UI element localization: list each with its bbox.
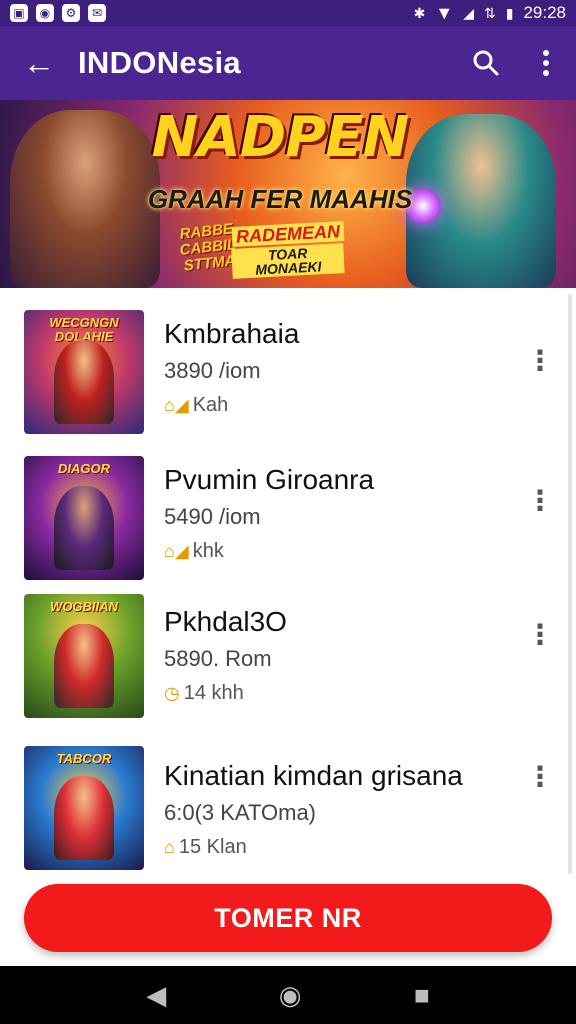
search-icon bbox=[473, 50, 499, 76]
thumbnail-title: DIAGOR bbox=[58, 461, 110, 476]
item-overflow-button[interactable]: ⋮ bbox=[522, 614, 558, 654]
game-meta: ⌂ 15 Klan bbox=[164, 836, 247, 859]
list-item[interactable]: WOGBIIAN Pkhdal3O 5890. Rom ◷ 14 khh ⋮ bbox=[0, 594, 576, 734]
more-vert-icon: ⋮ bbox=[526, 484, 554, 516]
game-thumbnail: DIAGOR bbox=[24, 456, 144, 580]
character-image bbox=[54, 486, 114, 570]
nav-recents-icon[interactable]: ■ bbox=[414, 980, 430, 1011]
signal-icon: ◢ bbox=[463, 4, 474, 21]
clock-icon: ◷ bbox=[164, 683, 180, 703]
banner-subtitle: GRAAH FER MAAHIS bbox=[147, 184, 413, 214]
game-subtitle: 3890 /iom bbox=[164, 358, 261, 383]
app-notification-icon: ◉ bbox=[36, 4, 54, 22]
arrow-back-icon: ← bbox=[23, 44, 55, 81]
home-fire-icon: ⌂◢ bbox=[164, 395, 189, 415]
nav-back-icon[interactable]: ◀ bbox=[146, 980, 166, 1011]
system-nav-bar: ◀ ◉ ■ bbox=[0, 966, 576, 1024]
home-icon: ⌂ bbox=[164, 837, 175, 857]
home-fire-icon: ⌂◢ bbox=[164, 541, 189, 561]
search-button[interactable] bbox=[456, 26, 516, 100]
game-name: Kinatian kimdan grisana bbox=[164, 760, 463, 791]
primary-action-button[interactable]: TOMER NR bbox=[24, 884, 552, 952]
more-vert-icon: ⋮ bbox=[526, 760, 554, 792]
battery-icon: ▮ bbox=[505, 4, 514, 21]
game-subtitle: 5890. Rom bbox=[164, 646, 272, 671]
banner-badge-left: RABBE CABBIL STTMA bbox=[178, 220, 238, 275]
app-bar: ← INDONesia bbox=[0, 26, 576, 100]
game-meta: ⌂◢ Kah bbox=[164, 394, 228, 417]
game-subtitle: 5490 /iom bbox=[164, 504, 261, 529]
back-button[interactable]: ← bbox=[0, 26, 78, 100]
game-thumbnail: WOGBIIAN bbox=[24, 594, 144, 718]
item-overflow-button[interactable]: ⋮ bbox=[522, 480, 558, 520]
status-notification-icons: ▣ ◉ ⚙ ✉ bbox=[10, 4, 106, 22]
wifi-icon: ▼ bbox=[435, 2, 454, 23]
status-time: 29:28 bbox=[523, 3, 566, 22]
promo-banner[interactable]: NADPEN GRAAH FER MAAHIS RABBE CABBIL STT… bbox=[0, 100, 576, 288]
scrollbar[interactable] bbox=[568, 294, 572, 874]
more-vert-icon: ⋮ bbox=[526, 344, 554, 376]
game-name: Pvumin Giroanra bbox=[164, 464, 375, 495]
character-image bbox=[54, 340, 114, 424]
page-title: INDONesia bbox=[78, 45, 241, 80]
game-meta: ◷ 14 khh bbox=[164, 682, 244, 705]
thumbnail-title: TABCOR bbox=[56, 751, 112, 766]
overflow-menu-button[interactable] bbox=[516, 26, 576, 100]
banner-title: NADPEN bbox=[151, 105, 410, 170]
app-notification-icon: ▣ bbox=[10, 4, 28, 22]
list-item[interactable]: WECGNGN DOLAHIE Kmbrahaia 3890 /iom ⌂◢ Ka… bbox=[0, 310, 576, 450]
list-item[interactable]: DIAGOR Pvumin Giroanra 5490 /iom ⌂◢ khk ⋮ bbox=[0, 456, 576, 596]
bluetooth-icon: ✱ bbox=[413, 4, 426, 21]
game-subtitle: 6:0(3 KATOma) bbox=[164, 800, 317, 825]
thumbnail-title: WOGBIIAN bbox=[50, 599, 118, 614]
status-bar: ▣ ◉ ⚙ ✉ ✱ ▼ ◢ ⇅ ▮ 29:28 bbox=[0, 0, 576, 26]
app-notification-icon: ⚙ bbox=[62, 4, 80, 22]
game-thumbnail: TABCOR bbox=[24, 746, 144, 870]
game-meta-text: Kah bbox=[192, 394, 229, 416]
banner-badge-right-bottom: TOAR MONAEKI bbox=[231, 243, 345, 279]
game-name: Pkhdal3O bbox=[164, 606, 287, 637]
app-notification-icon: ✉ bbox=[88, 4, 106, 22]
list-item[interactable]: TABCOR Kinatian kimdan grisana 6:0(3 KAT… bbox=[0, 746, 576, 886]
character-image bbox=[54, 624, 114, 708]
data-icon: ⇅ bbox=[484, 4, 496, 21]
game-name: Kmbrahaia bbox=[164, 318, 300, 349]
banner-hero-left-image bbox=[10, 110, 160, 288]
game-thumbnail: WECGNGN DOLAHIE bbox=[24, 310, 144, 434]
game-meta: ⌂◢ khk bbox=[164, 540, 224, 563]
more-vert-icon: ⋮ bbox=[526, 618, 554, 650]
nav-home-icon[interactable]: ◉ bbox=[279, 980, 302, 1011]
game-meta-text: 15 Klan bbox=[178, 836, 247, 858]
status-system-icons: ✱ ▼ ◢ ⇅ ▮ 29:28 bbox=[414, 3, 566, 24]
game-meta-text: khk bbox=[192, 540, 224, 562]
game-meta-text: 14 khh bbox=[183, 682, 244, 704]
character-image bbox=[54, 776, 114, 860]
item-overflow-button[interactable]: ⋮ bbox=[522, 756, 558, 796]
more-vert-icon bbox=[543, 50, 549, 76]
item-overflow-button[interactable]: ⋮ bbox=[522, 340, 558, 380]
